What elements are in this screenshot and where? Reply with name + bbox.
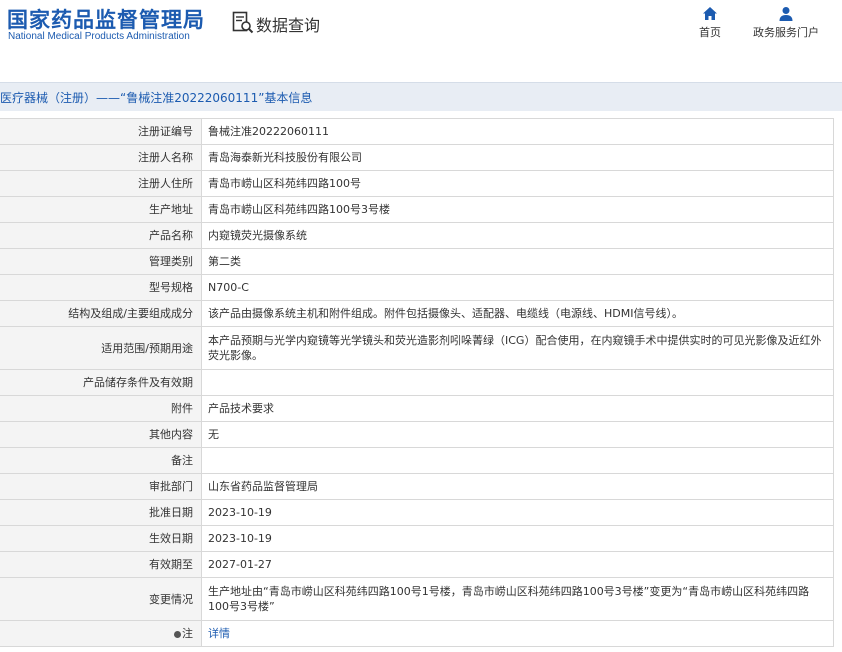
table-row: 变更情况 生产地址由“青岛市崂山区科苑纬四路100号1号楼，青岛市崂山区科苑纬四… (0, 577, 834, 621)
record-title: 医疗器械（注册）——“鲁械注准20222060111”基本信息 (0, 91, 313, 105)
site-logo-en[interactable]: National Medical Products Administration (8, 31, 190, 42)
row-value: 第二类 (201, 248, 834, 275)
row-value: 本产品预期与光学内窥镜等光学镜头和荧光造影剂吲哚菁绿（ICG）配合使用，在内窥镜… (201, 326, 834, 370)
table-row: 附件 产品技术要求 (0, 395, 834, 422)
row-value: 内窥镜荧光摄像系统 (201, 222, 834, 249)
row-label: 注册证编号 (0, 118, 202, 145)
row-value: 2023-10-19 (201, 499, 834, 526)
row-value: 该产品由摄像系统主机和附件组成。附件包括摄像头、适配器、电缆线（电源线、HDMI… (201, 300, 834, 327)
row-label: 产品名称 (0, 222, 202, 249)
note-label-cell: 注 (0, 620, 202, 647)
table-row: 生效日期 2023-10-19 (0, 525, 834, 552)
row-label: 管理类别 (0, 248, 202, 275)
row-value: 青岛海泰新光科技股份有限公司 (201, 144, 834, 171)
row-label: 变更情况 (0, 577, 202, 621)
nav-home-link[interactable]: 首页 (690, 6, 730, 40)
site-header: 国家药品监督管理局 National Medical Products Admi… (0, 0, 842, 70)
row-label: 备注 (0, 447, 202, 474)
row-label: 产品储存条件及有效期 (0, 369, 202, 396)
table-row: 注册人名称 青岛海泰新光科技股份有限公司 (0, 144, 834, 171)
row-value (201, 369, 834, 396)
table-row: 适用范围/预期用途 本产品预期与光学内窥镜等光学镜头和荧光造影剂吲哚菁绿（ICG… (0, 326, 834, 370)
row-label: 注册人名称 (0, 144, 202, 171)
table-row: 注册人住所 青岛市崂山区科苑纬四路100号 (0, 170, 834, 197)
row-label: 生效日期 (0, 525, 202, 552)
data-query-title: 数据查询 (256, 16, 321, 35)
table-row: 管理类别 第二类 (0, 248, 834, 275)
note-icon (174, 630, 181, 638)
row-value: 产品技术要求 (201, 395, 834, 422)
site-logo-cn[interactable]: 国家药品监督管理局 (7, 4, 205, 34)
row-label: 型号规格 (0, 274, 202, 301)
row-value: 详情 (201, 620, 834, 647)
row-label: 适用范围/预期用途 (0, 326, 202, 370)
table-row: 注 详情 (0, 620, 834, 647)
row-label: 批准日期 (0, 499, 202, 526)
row-value (201, 447, 834, 474)
row-value: 青岛市崂山区科苑纬四路100号3号楼 (201, 196, 834, 223)
row-value: 鲁械注准20222060111 (201, 118, 834, 145)
table-row: 型号规格 N700-C (0, 274, 834, 301)
table-row: 批准日期 2023-10-19 (0, 499, 834, 526)
nav-portal-link[interactable]: 政务服务门户 (750, 6, 822, 40)
row-value: 青岛市崂山区科苑纬四路100号 (201, 170, 834, 197)
row-label: 附件 (0, 395, 202, 422)
nav-portal-label: 政务服务门户 (753, 26, 819, 39)
table-row: 注册证编号 鲁械注准20222060111 (0, 118, 834, 145)
row-label: 有效期至 (0, 551, 202, 578)
row-label: 注册人住所 (0, 170, 202, 197)
user-icon (779, 7, 793, 21)
table-row: 有效期至 2027-01-27 (0, 551, 834, 578)
table-row: 生产地址 青岛市崂山区科苑纬四路100号3号楼 (0, 196, 834, 223)
row-value: N700-C (201, 274, 834, 301)
registration-info-table: 注册证编号 鲁械注准20222060111 注册人名称 青岛海泰新光科技股份有限… (0, 118, 834, 647)
row-value: 2023-10-19 (201, 525, 834, 552)
row-value: 无 (201, 421, 834, 448)
record-title-bar: 医疗器械（注册）——“鲁械注准20222060111”基本信息 (0, 82, 842, 111)
home-icon (703, 7, 717, 20)
nav-home-label: 首页 (699, 26, 721, 39)
document-search-icon (232, 11, 254, 34)
row-label: 审批部门 (0, 473, 202, 500)
row-label: 注 (182, 627, 193, 640)
detail-link[interactable]: 详情 (208, 627, 230, 640)
table-row: 审批部门 山东省药品监督管理局 (0, 473, 834, 500)
row-label: 其他内容 (0, 421, 202, 448)
table-row: 其他内容 无 (0, 421, 834, 448)
table-row: 产品储存条件及有效期 (0, 369, 834, 396)
row-value: 2027-01-27 (201, 551, 834, 578)
row-label: 生产地址 (0, 196, 202, 223)
row-value: 生产地址由“青岛市崂山区科苑纬四路100号1号楼，青岛市崂山区科苑纬四路100号… (201, 577, 834, 621)
table-row: 产品名称 内窥镜荧光摄像系统 (0, 222, 834, 249)
row-value: 山东省药品监督管理局 (201, 473, 834, 500)
table-row: 结构及组成/主要组成成分 该产品由摄像系统主机和附件组成。附件包括摄像头、适配器… (0, 300, 834, 327)
row-label: 结构及组成/主要组成成分 (0, 300, 202, 327)
table-row: 备注 (0, 447, 834, 474)
